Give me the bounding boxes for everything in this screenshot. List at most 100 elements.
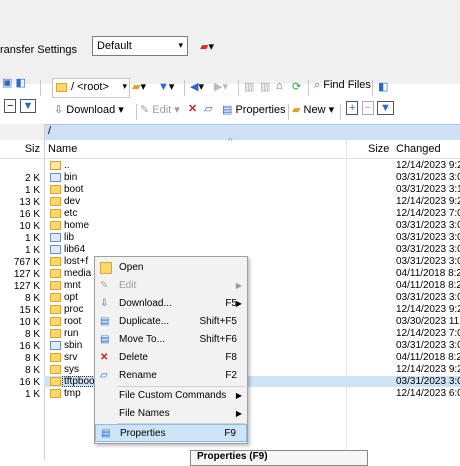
list-item: 16 K [19, 377, 40, 388]
new-folder-icon: ▰ [292, 104, 301, 116]
left-toolbar-icons[interactable]: ▣ ◧ [2, 76, 26, 98]
edit-icon: ✎ [100, 280, 109, 291]
submenu-arrow-icon: ▶ [235, 281, 242, 290]
parent-up-icon [50, 161, 61, 170]
sync-icon[interactable]: ◧ [378, 80, 388, 93]
move-icon: ▤ [100, 334, 110, 345]
table-row[interactable]: home 03/31/2023 3:0 [44, 220, 460, 231]
toolbar-area [0, 0, 460, 84]
menu-item-open[interactable]: Open [95, 259, 247, 277]
properties-icon: ▤ [222, 104, 233, 116]
menu-item-download[interactable]: ⇩ Download... F5 ▶ [95, 295, 247, 313]
file-list-header: Name ^ Size Changed [44, 136, 460, 159]
col-changed[interactable]: Changed [396, 143, 441, 155]
folder-icon [50, 389, 61, 398]
table-row[interactable]: etc 12/14/2023 7:0 [44, 208, 460, 219]
table-row[interactable]: boot 03/31/2023 3:1 [44, 184, 460, 195]
filter-icon[interactable]: ▼▾ [158, 80, 174, 93]
symlink-icon [50, 233, 61, 242]
list-item: 767 K [13, 257, 40, 268]
folder-icon [50, 197, 61, 206]
context-menu: Open ✎ Edit ▶ ⇩ Download... F5 ▶ ▤ Dupli… [94, 256, 248, 444]
transfer-settings-select[interactable]: Default ▾ [92, 36, 188, 56]
folder-icon [50, 269, 61, 278]
submenu-arrow-icon: ▶ [235, 299, 242, 308]
symlink-icon [50, 341, 61, 350]
delete-icon[interactable]: ✕ [188, 102, 197, 115]
download-button[interactable]: ⇩ Download ▾ [54, 103, 124, 116]
duplicate-icon: ▤ [100, 316, 110, 327]
menu-item-file-names[interactable]: File Names ▶ [95, 405, 247, 423]
symlink-icon [50, 245, 61, 254]
menu-item-properties[interactable]: ▤ Properties F9 [95, 424, 247, 442]
tooltip: Properties (F9) [190, 450, 368, 466]
select-icons[interactable]: + − ▼ [346, 101, 394, 115]
list-item: 2 K [24, 173, 40, 184]
folder-icon [50, 353, 61, 362]
left-file-list[interactable]: 2 K 1 K 13 K 16 K 10 K 1 K 1 K 767 K 127… [0, 161, 44, 460]
refresh-icon[interactable]: ⟳ [292, 80, 301, 93]
open-folder-icon[interactable]: ▰▾ [132, 80, 146, 93]
menu-item-edit: ✎ Edit ▶ [95, 277, 247, 295]
list-item: 127 K [13, 281, 40, 292]
rename-icon: ▱ [100, 370, 108, 381]
menu-item-delete[interactable]: ✕ Delete F8 [95, 349, 247, 367]
menu-item-duplicate[interactable]: ▤ Duplicate... Shift+F5 [95, 313, 247, 331]
submenu-arrow-icon: ▶ [235, 391, 242, 400]
list-item: 8 K [24, 353, 40, 364]
list-item: 10 K [19, 221, 40, 232]
parent-dir-icon: ▥ [244, 81, 255, 93]
col-name[interactable]: Name [48, 143, 77, 155]
properties-button[interactable]: ▤ Properties [222, 103, 286, 116]
transfer-settings-label: ransfer Settings [0, 44, 78, 56]
left-toolbar2-icons[interactable]: − ▼ [4, 99, 37, 122]
list-item: 127 K [13, 269, 40, 280]
home-icon[interactable]: ⌂ [276, 80, 283, 92]
path-combo[interactable]: / <root> ▾ [52, 78, 130, 98]
list-item: 1 K [24, 233, 40, 244]
path-breadcrumb: / [44, 124, 460, 141]
list-item: 1 K [24, 185, 40, 196]
folder-icon [50, 257, 61, 266]
folder-icon [50, 221, 61, 230]
folder-icon [50, 281, 61, 290]
table-row[interactable]: dev 12/14/2023 9:2 [44, 196, 460, 207]
folder-icon [50, 305, 61, 314]
menu-item-rename[interactable]: ▱ Rename F2 [95, 367, 247, 385]
left-pane-header[interactable]: Siz [0, 140, 44, 159]
root-dir-icon: ▥ [260, 81, 271, 93]
find-files-button[interactable]: ⌕ Find Files [314, 79, 371, 92]
find-icon: ⌕ [314, 79, 321, 91]
properties-icon: ▤ [101, 428, 111, 439]
download-icon: ⇩ [54, 104, 64, 116]
back-icon[interactable]: ◀▾ [190, 80, 204, 93]
sort-arrow-icon: ^ [228, 136, 233, 146]
settings-color-icon[interactable]: ▰▾ [200, 40, 214, 53]
folder-icon [50, 293, 61, 302]
table-row[interactable]: lib 03/31/2023 3:0 [44, 232, 460, 243]
open-folder-icon [100, 262, 112, 274]
folder-icon [50, 209, 61, 218]
table-row[interactable]: .. 12/14/2023 9:2 [44, 160, 460, 171]
edit-button: ✎ Edit ▾ [140, 104, 180, 116]
delete-icon: ✕ [100, 352, 109, 363]
list-item: 15 K [19, 305, 40, 316]
list-item: 1 K [24, 245, 40, 256]
forward-icon: ▶▾ [214, 81, 228, 93]
new-button[interactable]: ▰ New ▾ [292, 103, 334, 116]
list-item: 1 K [24, 389, 40, 400]
symlink-icon [50, 173, 61, 182]
folder-icon [50, 365, 61, 374]
list-item: 8 K [24, 329, 40, 340]
list-item: 8 K [24, 365, 40, 376]
folder-icon [50, 329, 61, 338]
table-row[interactable]: lib64 03/31/2023 3:0 [44, 244, 460, 255]
folder-icon [50, 317, 61, 326]
list-item: 16 K [19, 341, 40, 352]
menu-item-custom-commands[interactable]: File Custom Commands ▶ [95, 387, 247, 405]
list-item: 13 K [19, 197, 40, 208]
rename-icon[interactable]: ▱ [204, 102, 212, 115]
table-row[interactable]: bin 03/31/2023 3:0 [44, 172, 460, 183]
col-size[interactable]: Size [368, 143, 389, 155]
menu-item-move[interactable]: ▤ Move To... Shift+F6 [95, 331, 247, 349]
